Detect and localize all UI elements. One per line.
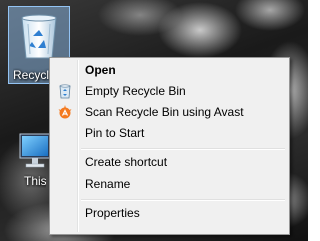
menu-item-properties[interactable]: Properties [52,203,287,224]
menu-item-label: Create shortcut [85,155,168,169]
recycle-bin-icon [21,14,57,59]
menu-item-pin-to-start[interactable]: Pin to Start [52,123,287,144]
context-menu: Open Empty Recycle Bin Scan Recycle Bin … [49,57,290,235]
menu-item-label: Scan Recycle Bin using Avast [85,105,244,119]
desktop-icon-label: This PC [24,174,46,188]
menu-item-create-shortcut[interactable]: Create shortcut [52,152,287,173]
menu-item-open[interactable]: Open [52,60,287,81]
avast-icon [58,105,72,119]
menu-item-rename[interactable]: Rename [52,174,287,195]
menu-separator [81,199,285,201]
menu-item-label: Rename [85,177,131,191]
recycle-bin-empty-icon [59,84,71,99]
menu-item-label: Properties [85,206,140,220]
menu-separator [81,148,285,150]
desktop-icon-label: Recycle Bin [13,68,53,82]
menu-item-label: Pin to Start [85,126,145,140]
menu-item-empty-recycle-bin[interactable]: Empty Recycle Bin [52,81,287,102]
menu-item-scan-avast[interactable]: Scan Recycle Bin using Avast [52,102,287,123]
menu-item-label: Open [85,63,116,77]
menu-item-label: Empty Recycle Bin [85,84,186,98]
